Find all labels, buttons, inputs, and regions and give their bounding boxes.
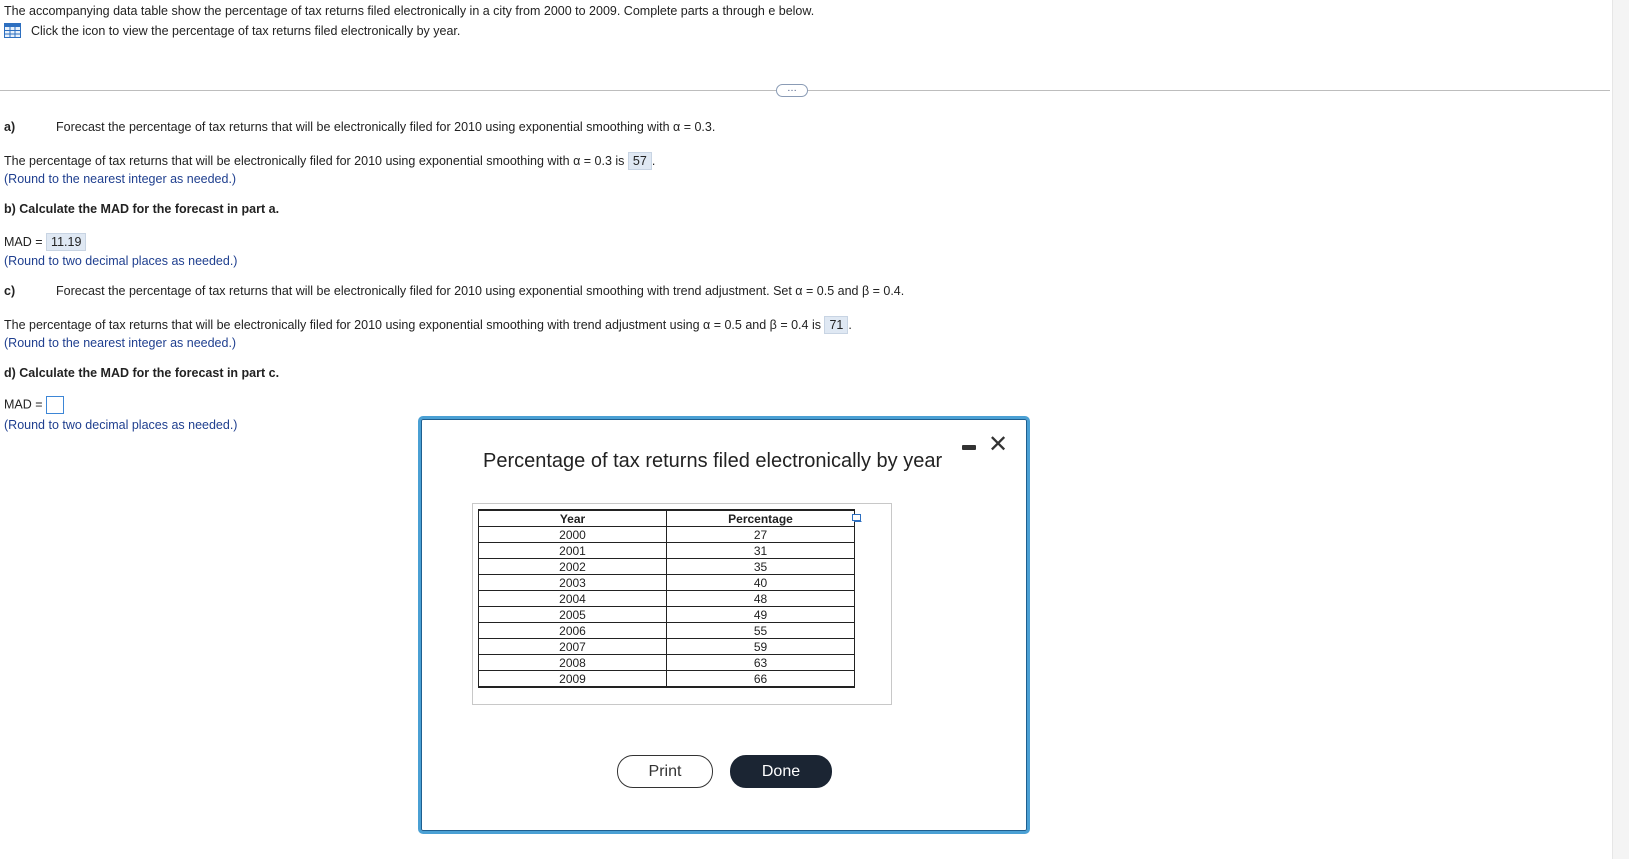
part-b-hint: (Round to two decimal places as needed.): [4, 254, 238, 268]
scrollbar[interactable]: [1612, 0, 1629, 859]
view-table-link[interactable]: Click the icon to view the percentage of…: [4, 23, 460, 38]
part-d-mad-label: MAD =: [4, 397, 43, 412]
intro-text: The accompanying data table show the per…: [4, 4, 815, 18]
part-b-mad: MAD = 11.19: [4, 233, 87, 251]
year-cell: 2009: [478, 670, 667, 688]
year-cell: 2008: [478, 654, 667, 671]
part-d-prompt-text: d) Calculate the MAD for the forecast in…: [4, 366, 280, 380]
table-row: 2008 63: [478, 654, 855, 671]
percentage-cell: 27: [666, 526, 855, 543]
percentage-cell: 59: [666, 638, 855, 655]
print-button[interactable]: Print: [617, 755, 713, 788]
dialog-title: Percentage of tax returns filed electron…: [483, 450, 943, 472]
percentage-cell: 40: [666, 574, 855, 591]
close-icon[interactable]: ✕: [988, 433, 1008, 457]
part-a-statement: The percentage of tax returns that will …: [4, 152, 656, 170]
table-row: 2000 27: [478, 526, 855, 543]
year-cell: 2001: [478, 542, 667, 559]
percentage-cell: 66: [666, 670, 855, 688]
part-c-statement: The percentage of tax returns that will …: [4, 316, 852, 334]
part-d-hint: (Round to two decimal places as needed.): [4, 418, 238, 432]
part-d-mad: MAD =: [4, 396, 65, 414]
year-cell: 2007: [478, 638, 667, 655]
data-table-dialog: Percentage of tax returns filed electron…: [418, 416, 1030, 834]
part-a-prompt: a) Forecast the percentage of tax returns…: [4, 120, 715, 134]
table-row: 2009 66: [478, 670, 855, 688]
table-icon[interactable]: [4, 23, 21, 38]
done-button[interactable]: Done: [730, 755, 832, 788]
part-a-answer[interactable]: 57: [627, 152, 652, 170]
part-c-hint: (Round to the nearest integer as needed.…: [4, 336, 237, 350]
part-d-answer-input[interactable]: [46, 396, 65, 414]
part-a-hint: (Round to the nearest integer as needed.…: [4, 172, 237, 186]
part-b-prompt-text: b) Calculate the MAD for the forecast in…: [4, 202, 280, 216]
percentage-cell: 49: [666, 606, 855, 623]
year-cell: 2005: [478, 606, 667, 623]
data-table-container: Year Percentage 2000 27 2001 31 2002 35 200…: [472, 503, 892, 705]
part-c-label: c): [4, 284, 16, 298]
expand-button[interactable]: …: [776, 84, 808, 97]
part-a-label: a): [4, 120, 16, 134]
part-a-prompt-text: Forecast the percentage of tax returns t…: [56, 120, 716, 134]
part-d-prompt: d) Calculate the MAD for the forecast in…: [4, 366, 279, 380]
table-row: 2007 59: [478, 638, 855, 655]
year-cell: 2006: [478, 622, 667, 639]
data-table: Year Percentage 2000 27 2001 31 2002 35 200…: [478, 509, 855, 688]
part-c-prompt-text: Forecast the percentage of tax returns t…: [56, 284, 905, 298]
percentage-cell: 55: [666, 622, 855, 639]
table-row: 2006 55: [478, 622, 855, 639]
percentage-cell: 35: [666, 558, 855, 575]
table-row: 2005 49: [478, 606, 855, 623]
table-row: 2002 35: [478, 558, 855, 575]
year-cell: 2003: [478, 574, 667, 591]
part-c-statement-text: The percentage of tax returns that will …: [4, 318, 821, 332]
part-b-answer[interactable]: 11.19: [46, 233, 87, 251]
copy-icon[interactable]: [852, 514, 862, 522]
table-row: 2003 40: [478, 574, 855, 591]
table-row: 2001 31: [478, 542, 855, 559]
column-header-year: Year: [478, 509, 667, 527]
percentage-cell: 48: [666, 590, 855, 607]
part-b-prompt: b) Calculate the MAD for the forecast in…: [4, 202, 279, 216]
column-header-percentage: Percentage: [666, 509, 855, 527]
year-cell: 2002: [478, 558, 667, 575]
year-cell: 2004: [478, 590, 667, 607]
percentage-cell: 31: [666, 542, 855, 559]
part-c-prompt: c) Forecast the percentage of tax returns…: [4, 284, 904, 298]
percentage-cell: 63: [666, 654, 855, 671]
view-table-label[interactable]: Click the icon to view the percentage of…: [31, 24, 460, 38]
part-b-mad-label: MAD =: [4, 235, 43, 249]
table-row: 2004 48: [478, 590, 855, 607]
part-a-statement-text: The percentage of tax returns that will …: [4, 154, 625, 168]
part-c-answer[interactable]: 71: [824, 316, 849, 334]
year-cell: 2000: [478, 526, 667, 543]
minimize-icon[interactable]: [962, 445, 976, 450]
